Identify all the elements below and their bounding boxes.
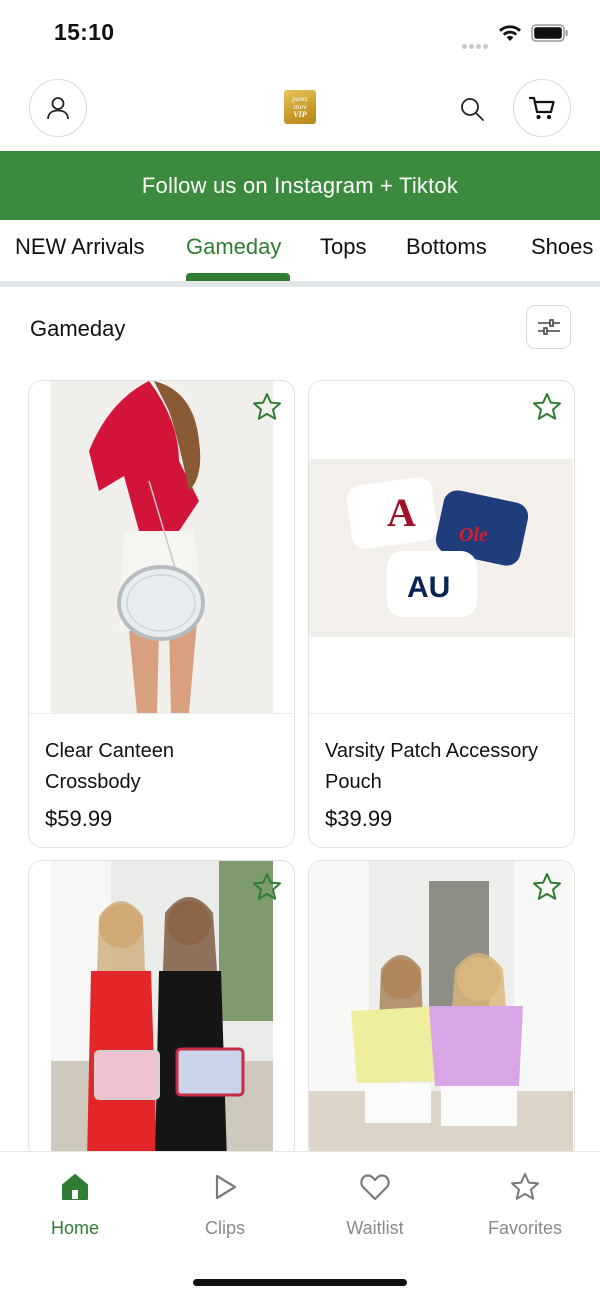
heart-icon xyxy=(360,1174,390,1201)
tabs-divider xyxy=(0,281,600,287)
svg-text:A: A xyxy=(387,490,416,535)
sliders-icon xyxy=(537,319,560,335)
promo-banner[interactable]: Follow us on Instagram + Tiktok xyxy=(0,151,600,220)
nav-home[interactable]: Home xyxy=(15,1170,135,1239)
app-header: pants store VIP xyxy=(0,66,600,151)
product-photo-sweatshirts xyxy=(309,861,573,1159)
filter-button[interactable] xyxy=(526,305,571,349)
user-icon xyxy=(47,97,69,120)
star-outline-icon xyxy=(533,873,561,900)
product-image[interactable] xyxy=(29,381,293,713)
store-logo[interactable]: pants store VIP xyxy=(284,90,316,124)
tab-tops[interactable]: Tops xyxy=(320,234,366,260)
account-button[interactable] xyxy=(29,79,87,137)
product-price: $39.99 xyxy=(325,806,393,831)
product-card[interactable]: A Ole AU Varsity Patch Accessory Pouch $… xyxy=(308,380,575,848)
star-outline-icon xyxy=(533,393,561,420)
cart-button[interactable] xyxy=(513,79,571,137)
nav-favorites[interactable]: Favorites xyxy=(465,1170,585,1239)
product-card[interactable] xyxy=(28,860,295,1160)
nav-favorites-label: Favorites xyxy=(487,1218,563,1238)
nav-waitlist[interactable]: Waitlist xyxy=(315,1170,435,1239)
star-outline-icon xyxy=(253,873,281,900)
product-card[interactable]: Clear Canteen Crossbody $59.99 xyxy=(28,380,295,848)
play-icon xyxy=(215,1174,237,1200)
promo-banner-text: Follow us on Instagram + Tiktok xyxy=(141,172,459,198)
category-tabs: NEW Arrivals Gameday Tops Bottoms Shoes xyxy=(0,220,600,284)
tab-bottoms[interactable]: Bottoms xyxy=(406,234,487,260)
tab-shoes[interactable]: Shoes xyxy=(531,234,593,260)
product-name[interactable]: Varsity Patch Accessory Pouch xyxy=(325,736,555,798)
product-image[interactable]: A Ole AU xyxy=(309,381,573,713)
product-card[interactable] xyxy=(308,860,575,1160)
nav-clips[interactable]: Clips xyxy=(165,1170,285,1239)
home-indicator xyxy=(193,1279,407,1286)
svg-text:AU: AU xyxy=(407,571,450,604)
product-photo-canteen xyxy=(51,381,273,713)
product-price: $59.99 xyxy=(45,806,113,831)
product-image[interactable] xyxy=(309,861,573,1159)
search-button[interactable] xyxy=(455,92,489,126)
tab-gameday[interactable]: Gameday xyxy=(186,234,281,260)
logo-line-1: pants xyxy=(292,95,308,103)
cart-icon xyxy=(528,96,555,119)
product-image[interactable] xyxy=(29,861,293,1159)
star-outline-icon xyxy=(253,393,281,420)
favorite-button[interactable] xyxy=(529,389,565,425)
logo-line-3: VIP xyxy=(293,110,307,119)
wifi-icon xyxy=(499,25,521,41)
status-bar: 15:10 xyxy=(0,0,600,66)
favorite-button[interactable] xyxy=(249,869,285,905)
star-icon xyxy=(511,1173,539,1200)
product-photo-pouches: A Ole AU xyxy=(309,459,573,637)
nav-waitlist-label: Waitlist xyxy=(346,1218,404,1238)
active-tab-indicator xyxy=(186,273,290,281)
section-title: Gameday xyxy=(30,316,126,341)
search-icon xyxy=(461,98,484,121)
product-info: Varsity Patch Accessory Pouch $39.99 xyxy=(309,713,573,831)
product-name[interactable]: Clear Canteen Crossbody xyxy=(45,736,275,798)
svg-text:Ole: Ole xyxy=(459,524,488,546)
product-photo-stadium-bags xyxy=(51,861,273,1159)
cellular-signal-icon xyxy=(462,36,490,49)
product-info: Clear Canteen Crossbody $59.99 xyxy=(29,713,293,831)
favorite-button[interactable] xyxy=(529,869,565,905)
nav-clips-label: Clips xyxy=(204,1218,245,1238)
status-time: 15:10 xyxy=(54,19,115,45)
bottom-nav: Home Clips Waitlist Favorites xyxy=(0,1151,600,1299)
battery-icon xyxy=(531,24,568,42)
home-icon xyxy=(62,1174,88,1200)
tab-new-arrivals[interactable]: NEW Arrivals xyxy=(15,234,145,260)
nav-home-label: Home xyxy=(50,1218,99,1238)
favorite-button[interactable] xyxy=(249,389,285,425)
